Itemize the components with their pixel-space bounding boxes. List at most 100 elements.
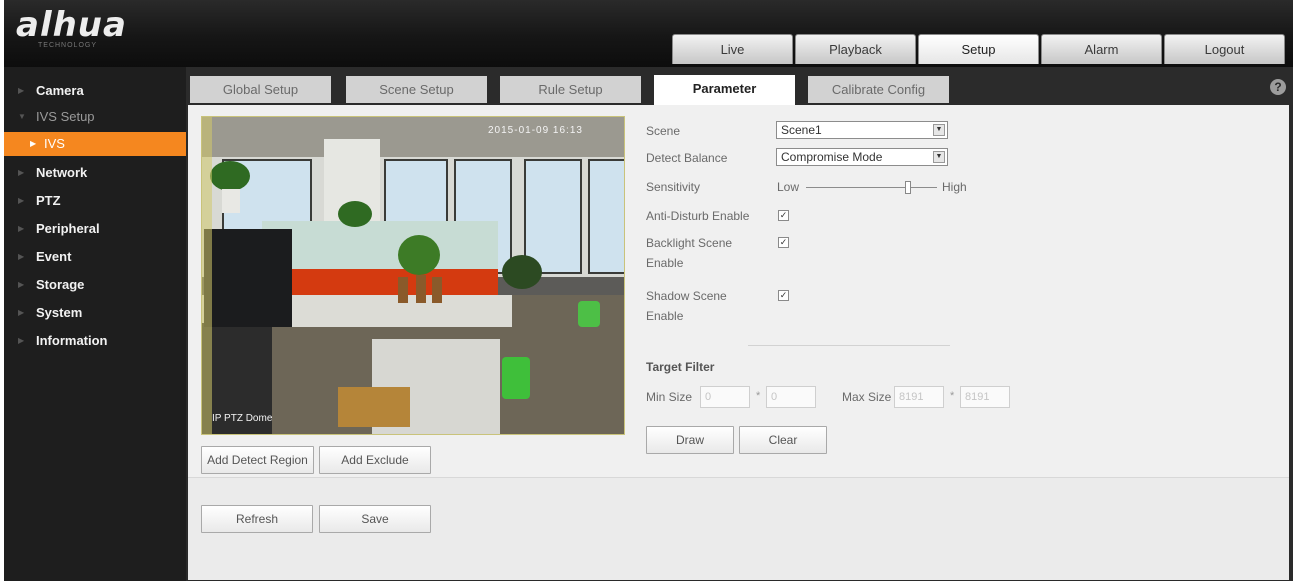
min-height-input[interactable]: 0	[766, 386, 816, 408]
collapsed-arrow-icon: ▶	[18, 252, 25, 261]
target-filter-title: Target Filter	[646, 360, 715, 374]
sidebar-item-ivs[interactable]: ▶ IVS	[4, 132, 186, 156]
add-exclude-button[interactable]: Add Exclude	[319, 446, 431, 474]
sidebar-item-ivs-setup[interactable]: ▼ IVS Setup	[4, 104, 186, 130]
logo-subtext: TECHNOLOGY	[38, 42, 98, 49]
sidebar-item-storage[interactable]: ▶ Storage	[4, 272, 186, 298]
video-pot	[416, 275, 426, 303]
help-icon[interactable]: ?	[1270, 79, 1286, 95]
collapsed-arrow-icon: ▶	[18, 168, 25, 177]
video-window	[588, 159, 624, 274]
backlight-checkbox[interactable]: ✓	[778, 237, 789, 248]
nav-alarm[interactable]: Alarm	[1041, 34, 1162, 64]
content-area: Global Setup Scene Setup Rule Setup Para…	[186, 67, 1293, 581]
sidebar-item-label: IVS Setup	[36, 109, 95, 124]
sidebar-item-label: Camera	[36, 83, 84, 98]
expanded-arrow-icon: ▼	[18, 112, 26, 121]
scene-select-value: Scene1	[781, 123, 822, 137]
nav-setup[interactable]: Setup	[918, 34, 1039, 64]
times-sign: *	[756, 390, 761, 402]
collapsed-arrow-icon: ▶	[18, 196, 25, 205]
sidebar-item-label: System	[36, 305, 83, 320]
sidebar-item-label: Peripheral	[36, 221, 100, 236]
video-ceiling	[202, 117, 624, 157]
min-width-input[interactable]: 0	[700, 386, 750, 408]
sidebar-item-label: Storage	[36, 277, 85, 292]
max-width-input[interactable]: 8191	[894, 386, 944, 408]
sensitivity-high-label: High	[942, 180, 967, 194]
anti-disturb-checkbox[interactable]: ✓	[778, 210, 789, 221]
max-size-label: Max Size	[842, 390, 892, 404]
shadow-label-line2: Enable	[646, 309, 684, 323]
sidebar-item-label: IVS	[44, 136, 65, 151]
video-pot	[398, 277, 408, 303]
collapsed-arrow-icon: ▶	[18, 336, 25, 345]
detect-balance-select[interactable]: Compromise Mode ▼	[776, 148, 948, 166]
sensitivity-slider-track[interactable]	[806, 187, 937, 188]
video-bin	[578, 301, 600, 327]
detect-balance-label: Detect Balance	[646, 151, 728, 165]
backlight-label-line2: Enable	[646, 256, 684, 270]
scene-select[interactable]: Scene1 ▼	[776, 121, 948, 139]
clear-button[interactable]: Clear	[739, 426, 827, 454]
video-plant	[210, 161, 250, 191]
sidebar-item-ptz[interactable]: ▶ PTZ	[4, 188, 186, 214]
tab-calibrate-config[interactable]: Calibrate Config	[808, 76, 949, 103]
sidebar-item-label: Information	[36, 333, 108, 348]
collapsed-arrow-icon: ▶	[30, 139, 37, 148]
sensitivity-label: Sensitivity	[646, 180, 701, 194]
top-header: alhua TECHNOLOGY Live Playback Setup Ala…	[4, 0, 1293, 67]
collapsed-arrow-icon: ▶	[18, 308, 25, 317]
sensitivity-low-label: Low	[777, 180, 800, 194]
scene-label: Scene	[646, 124, 681, 138]
backlight-label: Backlight Scene	[646, 236, 733, 250]
max-height-input[interactable]: 8191	[960, 386, 1010, 408]
logo-text: alhua	[16, 5, 127, 45]
save-button[interactable]: Save	[319, 505, 431, 533]
sidebar-item-event[interactable]: ▶ Event	[4, 244, 186, 270]
app-window: alhua TECHNOLOGY Live Playback Setup Ala…	[4, 0, 1293, 581]
sidebar: ▶ Camera ▼ IVS Setup ▶ IVS ▶ Network ▶ P…	[4, 67, 186, 581]
video-osd-name: IP PTZ Dome	[212, 413, 273, 424]
video-plant	[502, 255, 542, 289]
tab-global-setup[interactable]: Global Setup	[190, 76, 331, 103]
video-red-panel	[262, 269, 498, 295]
video-plant	[338, 201, 372, 227]
detect-balance-value: Compromise Mode	[781, 150, 883, 164]
video-pot	[432, 277, 442, 303]
video-preview[interactable]: 2015-01-09 16:13 IP PTZ Dome	[201, 116, 625, 435]
refresh-button[interactable]: Refresh	[201, 505, 313, 533]
video-pot	[222, 189, 240, 213]
add-detect-region-button[interactable]: Add Detect Region	[201, 446, 314, 474]
shadow-checkbox[interactable]: ✓	[778, 290, 789, 301]
draw-button[interactable]: Draw	[646, 426, 734, 454]
nav-live[interactable]: Live	[672, 34, 793, 64]
video-plant	[398, 235, 440, 275]
tab-parameter[interactable]: Parameter	[654, 75, 795, 105]
sidebar-item-camera[interactable]: ▶ Camera	[4, 78, 186, 104]
tab-scene-setup[interactable]: Scene Setup	[346, 76, 487, 103]
sidebar-item-network[interactable]: ▶ Network	[4, 160, 186, 186]
sidebar-item-label: Event	[36, 249, 72, 264]
collapsed-arrow-icon: ▶	[18, 86, 25, 95]
tab-bar: Global Setup Scene Setup Rule Setup Para…	[186, 67, 1293, 105]
section-divider	[748, 345, 950, 346]
sidebar-item-label: PTZ	[36, 193, 61, 208]
video-box	[338, 387, 410, 427]
anti-disturb-label: Anti-Disturb Enable	[646, 209, 750, 223]
sensitivity-slider-thumb[interactable]	[905, 181, 912, 194]
nav-playback[interactable]: Playback	[795, 34, 916, 64]
dropdown-icon: ▼	[933, 124, 945, 136]
nav-logout[interactable]: Logout	[1164, 34, 1285, 64]
sidebar-item-information[interactable]: ▶ Information	[4, 328, 186, 354]
sidebar-item-peripheral[interactable]: ▶ Peripheral	[4, 216, 186, 242]
video-osd-time: 2015-01-09 16:13	[488, 125, 583, 136]
video-left-overlay	[202, 117, 212, 434]
sidebar-item-label: Network	[36, 165, 88, 180]
sidebar-item-system[interactable]: ▶ System	[4, 300, 186, 326]
video-bin	[502, 357, 530, 399]
min-size-label: Min Size	[646, 390, 693, 404]
tab-rule-setup[interactable]: Rule Setup	[500, 76, 641, 103]
times-sign: *	[950, 390, 955, 402]
parameter-panel: 2015-01-09 16:13 IP PTZ Dome Add Detect …	[188, 105, 1289, 580]
